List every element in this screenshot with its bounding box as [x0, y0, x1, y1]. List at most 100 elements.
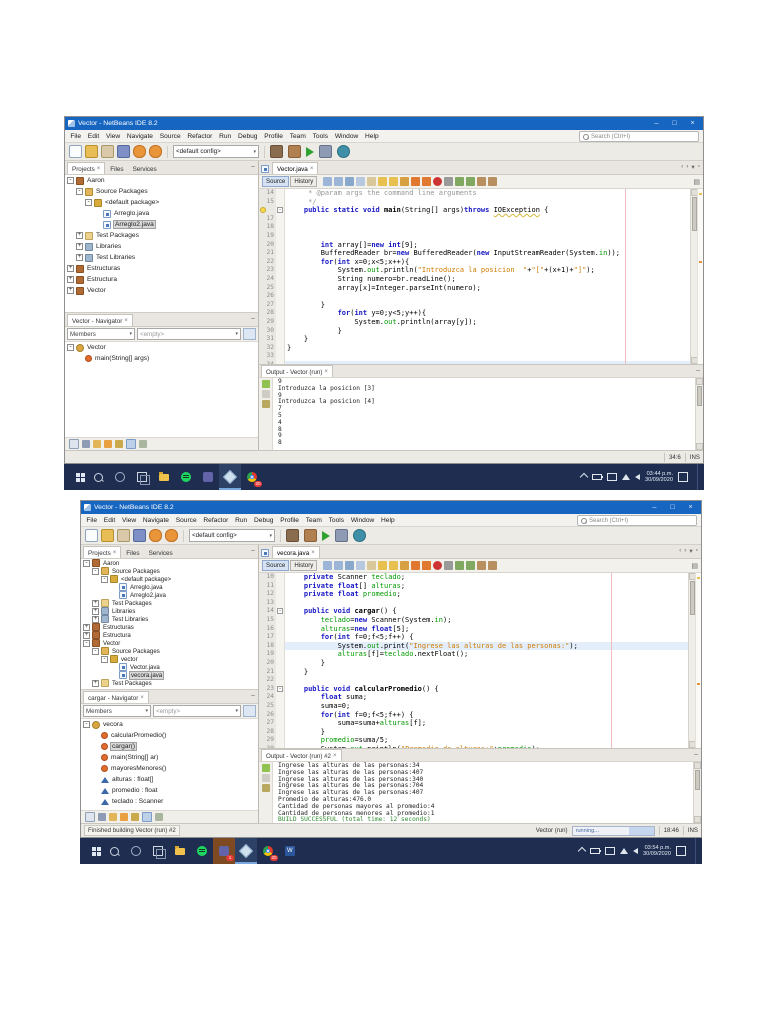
spotify-button[interactable]: [175, 464, 197, 490]
menu-item[interactable]: Run: [232, 517, 251, 524]
show-inherited-icon[interactable]: [69, 439, 79, 449]
scrollbar-thumb[interactable]: [697, 386, 702, 406]
panel-tab[interactable]: Services: [145, 547, 177, 558]
code-line[interactable]: 19 alturas[f]=teclado.nextFloat();: [259, 650, 701, 659]
comment-icon[interactable]: [466, 561, 475, 570]
code-line[interactable]: 31 }: [259, 335, 703, 344]
debug-button[interactable]: [335, 529, 348, 542]
expand-toggle-icon[interactable]: -: [83, 640, 90, 647]
find-occurrences-icon[interactable]: [367, 177, 376, 186]
expand-toggle-icon[interactable]: -: [92, 568, 99, 575]
expand-toggle-icon[interactable]: -: [92, 648, 99, 655]
menu-item[interactable]: File: [83, 517, 100, 524]
sort-alpha-icon[interactable]: [131, 813, 139, 821]
back-icon[interactable]: [334, 561, 343, 570]
redo-button[interactable]: [149, 145, 162, 158]
menu-item[interactable]: Navigate: [140, 517, 173, 524]
code-line[interactable]: 12 private float promedio;: [259, 590, 701, 599]
comment-icon[interactable]: [466, 177, 475, 186]
scrollbar-thumb[interactable]: [695, 770, 700, 790]
output-panel[interactable]: Ingrese las alturas de las personas:34In…: [259, 761, 701, 823]
action-center-icon[interactable]: [678, 472, 688, 482]
code-line[interactable]: 23 System.out.println("Introduzca la pos…: [259, 266, 703, 275]
menu-item[interactable]: View: [103, 133, 124, 140]
navigator-tab[interactable]: Vector - Navigator ×: [67, 314, 133, 326]
tree-item[interactable]: Vector.java: [81, 663, 258, 671]
tree-item[interactable]: Arreglo.java: [81, 583, 258, 591]
close-tab-icon[interactable]: ×: [311, 550, 315, 556]
navigator-item[interactable]: mayoresMenores(): [81, 763, 258, 774]
code-line[interactable]: 16 - public static void main(String[] ar…: [259, 206, 703, 215]
save-all-button[interactable]: [133, 529, 146, 542]
new-project-button[interactable]: [101, 529, 114, 542]
code-line[interactable]: 15 teclado=new Scanner(System.in);: [259, 616, 701, 625]
close-tab-icon[interactable]: ×: [310, 166, 314, 172]
expand-toggle-icon[interactable]: -: [83, 721, 90, 728]
forward-icon[interactable]: [345, 177, 354, 186]
maximize-button[interactable]: □: [667, 117, 682, 130]
expand-toggle-icon[interactable]: -: [101, 656, 108, 663]
show-public-only-icon[interactable]: [104, 440, 112, 448]
save-all-button[interactable]: [117, 145, 130, 158]
filter-input[interactable]: <empty>▾: [153, 705, 241, 717]
minimize-panel-icon[interactable]: –: [696, 367, 700, 374]
minimize-button[interactable]: –: [649, 117, 664, 130]
code-line[interactable]: 10 private Scanner teclado;: [259, 573, 701, 582]
menu-item[interactable]: Help: [378, 517, 398, 524]
menu-item[interactable]: Team: [286, 133, 309, 140]
next-error-icon[interactable]: [433, 561, 442, 570]
menu-item[interactable]: Tools: [309, 133, 331, 140]
next-bookmark-icon[interactable]: [400, 177, 409, 186]
output-scrollbar[interactable]: [695, 378, 703, 450]
menu-item[interactable]: Edit: [84, 133, 102, 140]
close-tab-icon[interactable]: ×: [140, 695, 144, 701]
battery-icon[interactable]: [592, 474, 602, 480]
code-line[interactable]: 32 }: [259, 344, 703, 353]
tray-expand-icon[interactable]: [580, 473, 588, 481]
code-line[interactable]: 21 BufferedReader br=new BufferedReader(…: [259, 249, 703, 258]
find-selection-icon[interactable]: [356, 177, 365, 186]
uncomment-icon[interactable]: [477, 177, 486, 186]
code-line[interactable]: 15 */: [259, 198, 703, 207]
navigator-item[interactable]: teclado : Scanner: [81, 796, 258, 807]
display-icon[interactable]: [607, 473, 617, 481]
expand-toggle-icon[interactable]: +: [67, 265, 74, 272]
tray-expand-icon[interactable]: [578, 847, 586, 855]
expand-toggle-icon[interactable]: +: [83, 632, 90, 639]
code-line[interactable]: 22 for(int x=0;x<5;x++){: [259, 258, 703, 267]
menu-item[interactable]: Edit: [100, 517, 118, 524]
menu-item[interactable]: Debug: [235, 133, 261, 140]
file-explorer-button[interactable]: [153, 464, 175, 490]
back-icon[interactable]: [334, 177, 343, 186]
output-scrollbar[interactable]: [693, 762, 701, 823]
config-select[interactable]: <default config>▾: [189, 529, 275, 542]
close-tab-icon[interactable]: ×: [333, 753, 337, 759]
rerun-icon[interactable]: [262, 764, 270, 772]
build-button[interactable]: [286, 529, 299, 542]
expand-toggle-icon[interactable]: +: [67, 287, 74, 294]
menu-item[interactable]: Refactor: [184, 133, 216, 140]
code-line[interactable]: 17: [259, 215, 703, 224]
menu-item[interactable]: Tools: [325, 517, 347, 524]
previous-error-icon[interactable]: [422, 177, 431, 186]
code-line[interactable]: 28 }: [259, 728, 701, 737]
shift-left-icon[interactable]: [488, 561, 497, 570]
close-tab-icon[interactable]: ×: [324, 369, 328, 375]
find-occurrences-icon[interactable]: [367, 561, 376, 570]
expand-toggle-icon[interactable]: -: [76, 188, 83, 195]
new-file-button[interactable]: [85, 529, 98, 542]
scroll-up-icon[interactable]: [696, 378, 703, 385]
tree-item[interactable]: + Test Packages: [81, 599, 258, 607]
next-bookmark-icon[interactable]: [400, 561, 409, 570]
expand-toggle-icon[interactable]: +: [76, 243, 83, 250]
panel-tab[interactable]: Projects ×: [67, 162, 105, 174]
code-line[interactable]: 19: [259, 232, 703, 241]
code-editor[interactable]: 14 * @param args the command line argume…: [259, 189, 703, 364]
show-desktop-button[interactable]: [697, 464, 701, 490]
code-line[interactable]: 24 String numero=br.readLine();: [259, 275, 703, 284]
show-fields-icon[interactable]: [98, 813, 106, 821]
tree-item[interactable]: + Estructuras: [65, 263, 258, 274]
profile-button[interactable]: [353, 529, 366, 542]
tree-item[interactable]: + Test Packages: [81, 679, 258, 687]
scroll-down-icon[interactable]: [696, 443, 703, 450]
